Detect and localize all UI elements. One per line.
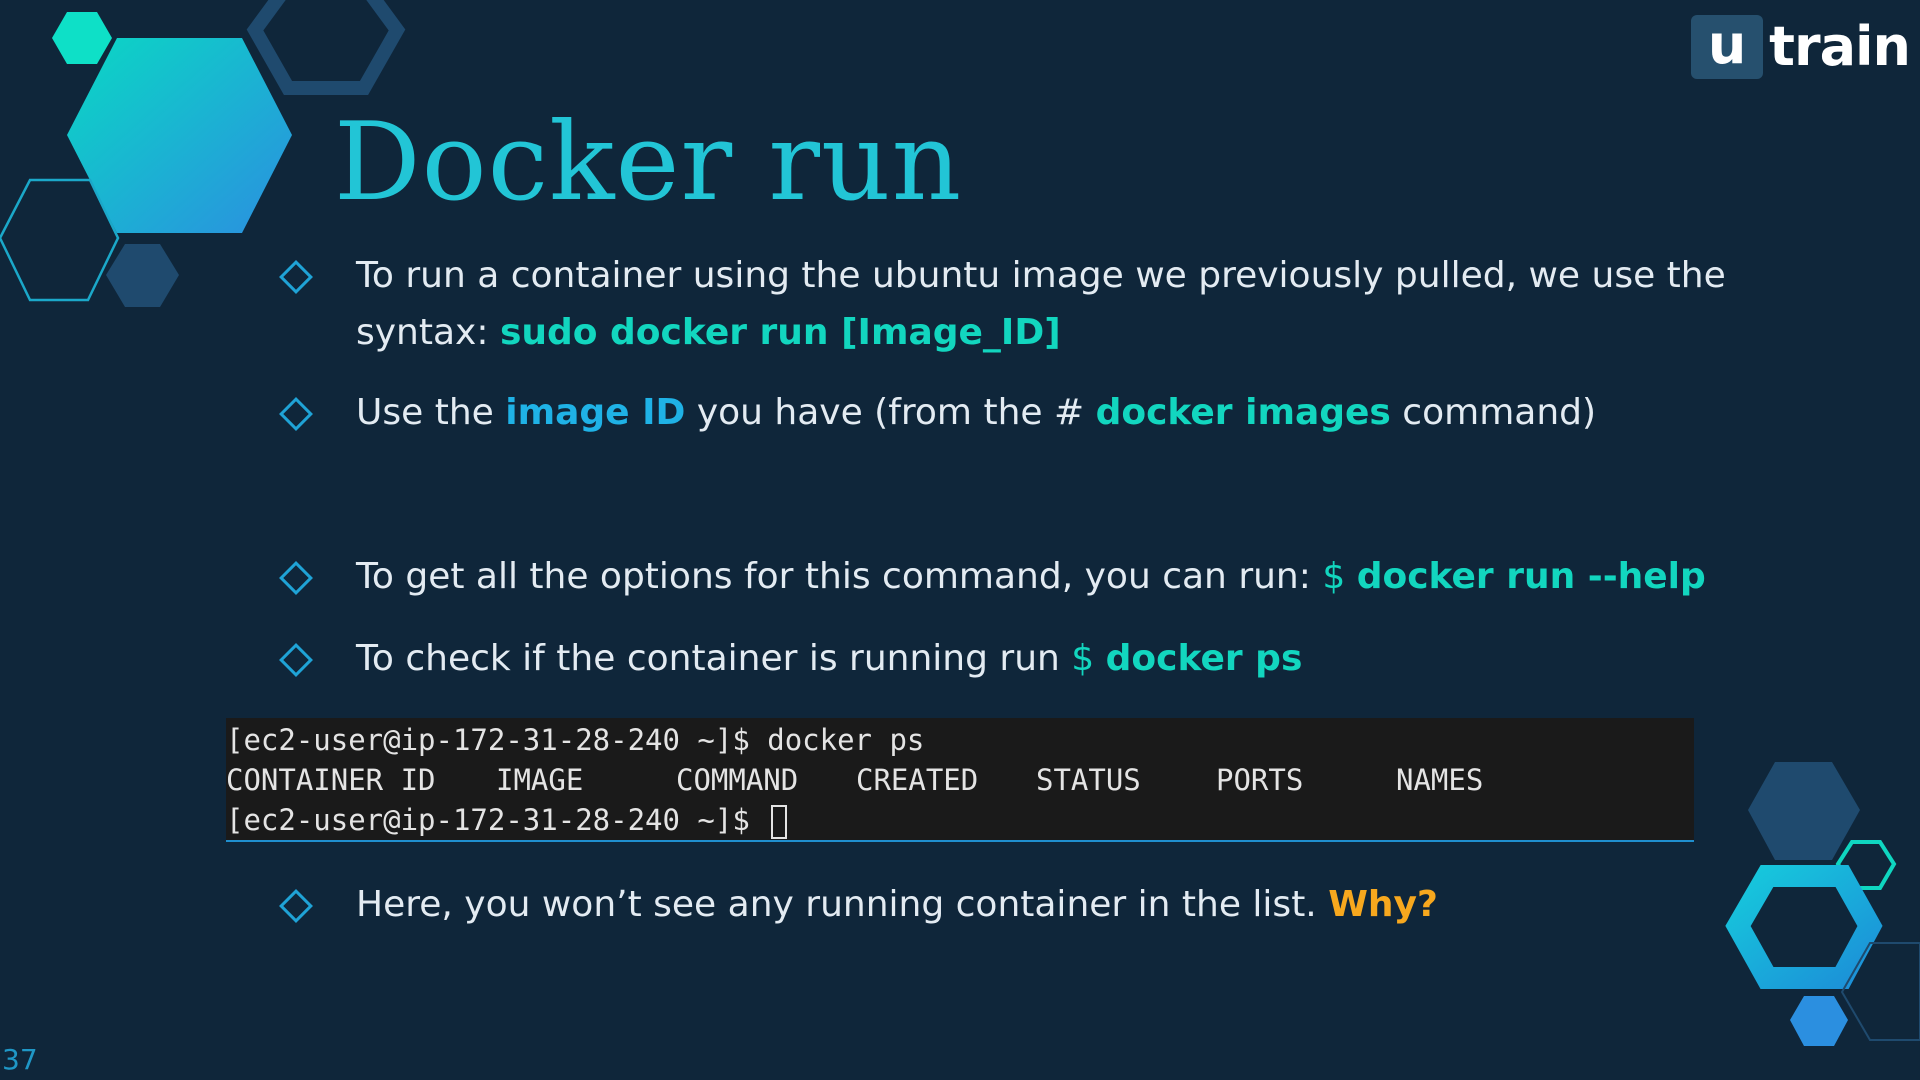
bullet-text-part: command)	[1390, 392, 1597, 433]
terminal-column-header: PORTS	[1216, 763, 1304, 797]
terminal-column-header: CONTAINER ID	[226, 763, 436, 797]
diamond-bullet-icon	[279, 260, 313, 294]
terminal-column-header: STATUS	[1036, 763, 1141, 797]
bullet-text-part: Here, you won’t see any running containe…	[356, 884, 1329, 925]
bullet-text-part: you have (from the #	[685, 392, 1096, 433]
hexagon-small-teal	[52, 12, 112, 64]
hexagon-outline-dark	[246, 0, 406, 95]
terminal-prompt: [ec2-user@ip-172-31-28-240 ~]$	[226, 803, 768, 837]
hexagon-br-dark	[1748, 762, 1860, 860]
bullet-text: To run a container using the ubuntu imag…	[356, 247, 1760, 361]
command-highlight: docker images	[1095, 392, 1391, 433]
prompt-symbol: $	[1322, 556, 1357, 597]
term-highlight: image ID	[505, 392, 686, 433]
bullet-item: To get all the options for this command,…	[279, 548, 1760, 605]
bullet-text: Use the image ID you have (from the # do…	[356, 384, 1596, 441]
terminal-header-row: CONTAINER ID IMAGE COMMAND CREATED STATU…	[226, 760, 1694, 800]
diamond-bullet-icon	[279, 561, 313, 595]
terminal-column-header: CREATED	[856, 763, 979, 797]
diamond-bullet-icon	[279, 397, 313, 431]
terminal-screenshot: [ec2-user@ip-172-31-28-240 ~]$ docker ps…	[226, 718, 1694, 842]
command-highlight: sudo docker run [Image_ID]	[499, 312, 1061, 353]
logo-wordmark: train	[1769, 15, 1911, 78]
bullet-text-part: To get all the options for this command,…	[356, 556, 1323, 597]
terminal-column-header: IMAGE	[496, 763, 584, 797]
slide-title: Docker run	[334, 100, 963, 225]
utrain-logo: u train	[1691, 14, 1911, 80]
bullet-item: To check if the container is running run…	[279, 630, 1760, 687]
hexagon-br-blue	[1790, 996, 1848, 1046]
diamond-bullet-icon	[279, 889, 313, 923]
bullet-text: Here, you won’t see any running containe…	[356, 876, 1438, 933]
bullet-item: Use the image ID you have (from the # do…	[279, 384, 1760, 441]
terminal-cursor-icon	[771, 805, 788, 839]
bullet-item: To run a container using the ubuntu imag…	[279, 247, 1760, 361]
page-number: 37	[2, 1043, 38, 1076]
terminal-prompt-line: [ec2-user@ip-172-31-28-240 ~]$	[226, 800, 1694, 840]
question-highlight: Why?	[1328, 884, 1438, 925]
command-highlight: docker run --help	[1356, 556, 1706, 597]
terminal-column-header: COMMAND	[676, 763, 799, 797]
bullet-item: Here, you won’t see any running containe…	[279, 876, 1760, 933]
diamond-bullet-icon	[279, 643, 313, 677]
bullet-text: To check if the container is running run…	[356, 630, 1302, 687]
hexagon-small-dark	[106, 244, 179, 307]
slide: u train Docker run To run a container us…	[0, 0, 1920, 1080]
logo-u-mark: u	[1691, 15, 1764, 79]
terminal-column-header: NAMES	[1396, 763, 1484, 797]
bullet-text-part: Use the	[356, 392, 506, 433]
bullet-text-part: To check if the container is running run	[356, 638, 1072, 679]
terminal-command-line: [ec2-user@ip-172-31-28-240 ~]$ docker ps	[226, 723, 925, 757]
prompt-symbol: $	[1071, 638, 1106, 679]
command-highlight: docker ps	[1105, 638, 1303, 679]
bullet-text: To get all the options for this command,…	[356, 548, 1706, 605]
